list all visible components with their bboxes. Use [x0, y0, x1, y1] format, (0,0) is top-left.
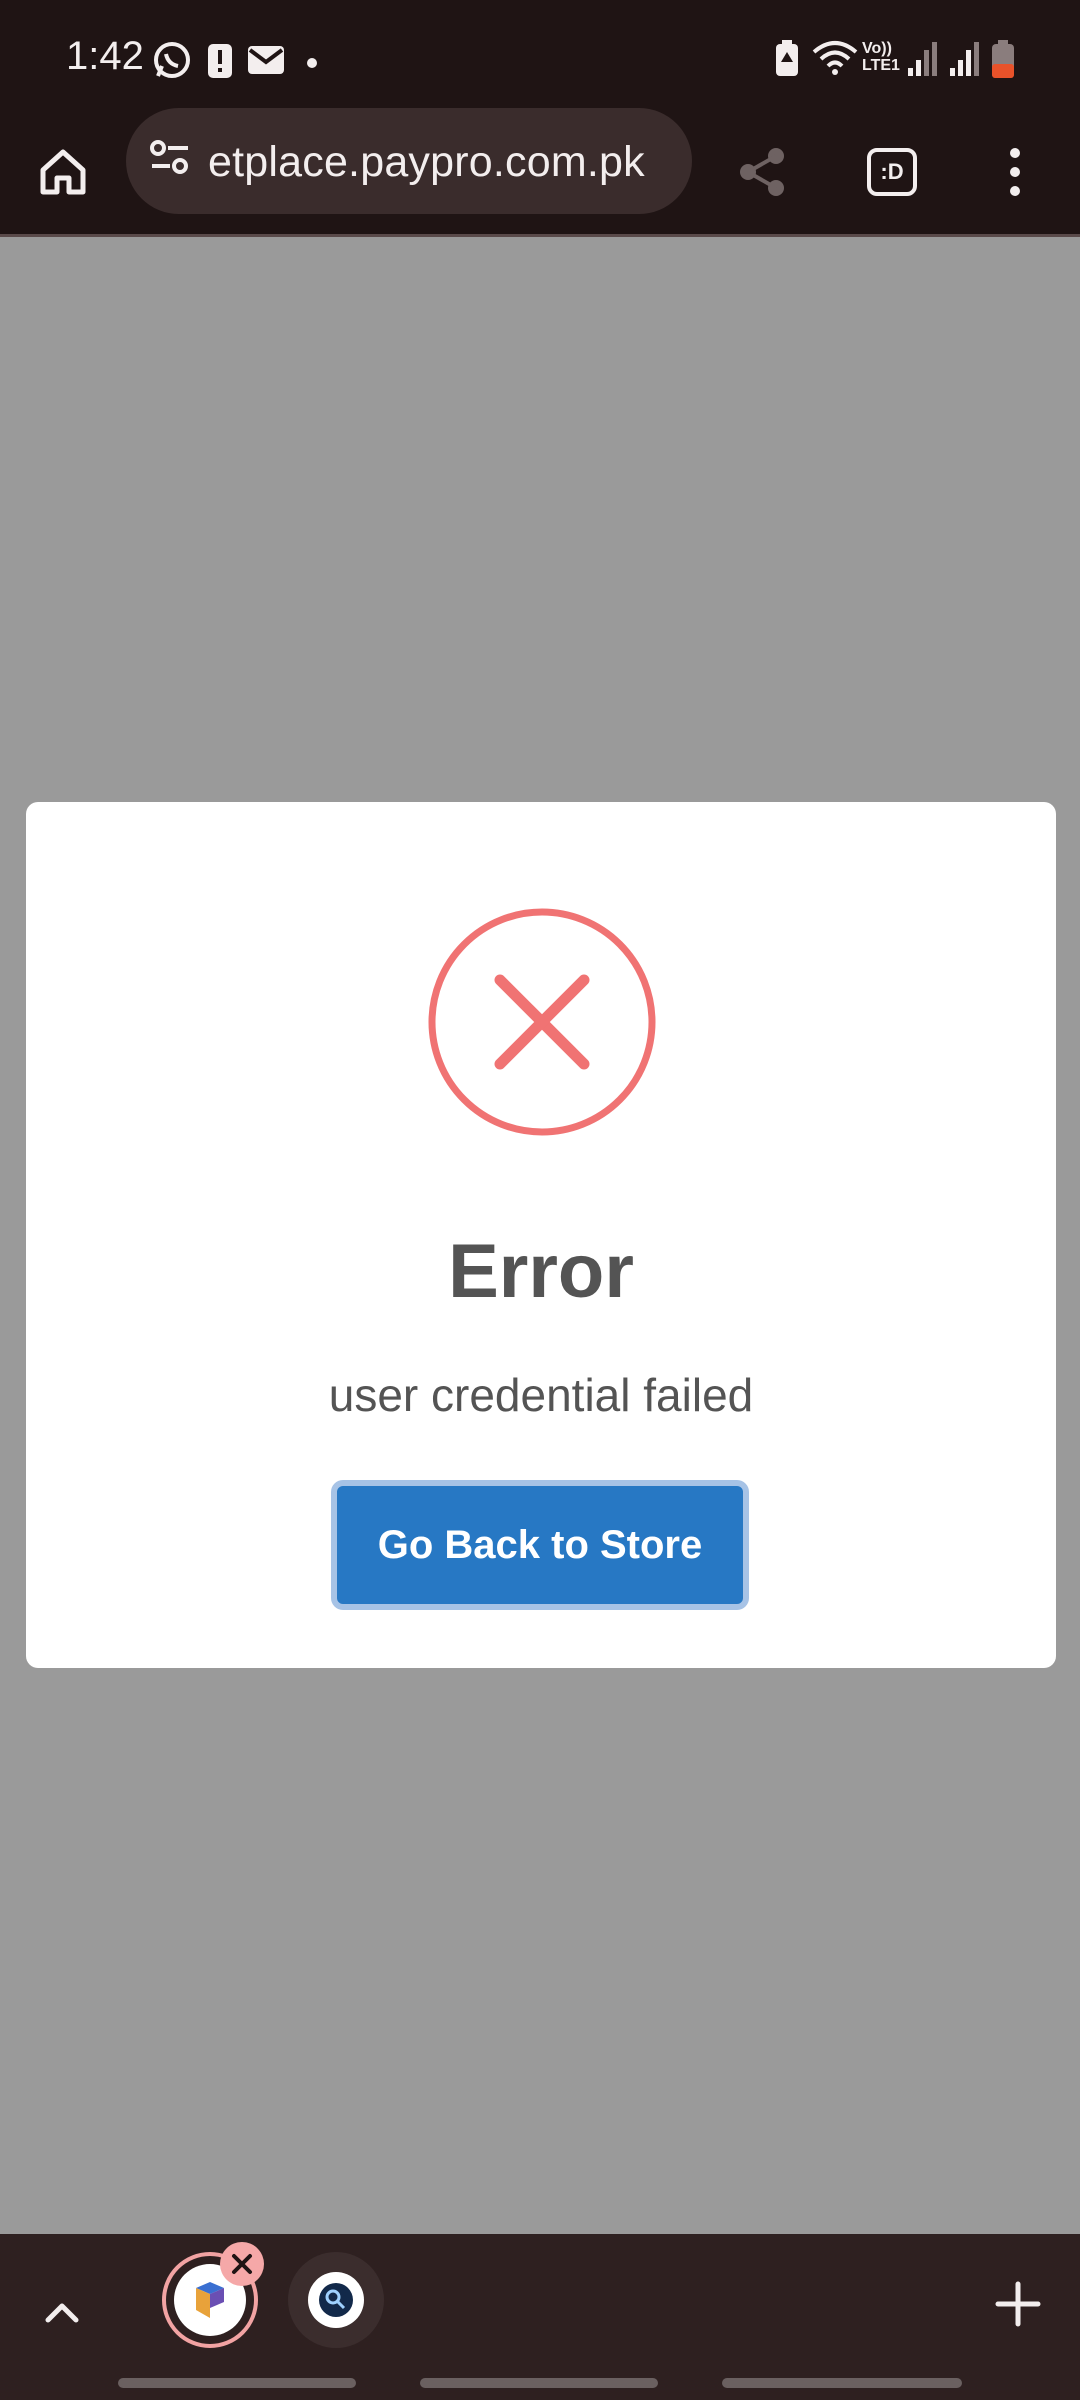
status-time: 1:42	[66, 34, 144, 78]
tab-strip	[0, 2234, 1080, 2400]
home-button[interactable]	[30, 130, 96, 214]
volte-icon: Vo)) LTE1	[862, 40, 900, 74]
close-icon	[232, 2254, 252, 2274]
signal-icon	[906, 38, 938, 83]
signal-icon-2	[948, 38, 980, 83]
home-icon	[40, 149, 86, 195]
status-bar: 1:42 Vo)) LTE1	[0, 0, 1080, 110]
more-menu-button[interactable]	[990, 130, 1040, 214]
chevron-up-icon[interactable]	[36, 2292, 88, 2332]
error-x-icon	[428, 908, 656, 1136]
more-vert-icon	[1010, 148, 1020, 196]
url-text: etplace.paypro.com.pk	[208, 138, 645, 186]
share-icon	[740, 148, 784, 196]
volte-label-top: Vo))	[862, 40, 892, 57]
battery-icon	[990, 38, 1016, 85]
nav-gesture-bar-center[interactable]	[420, 2378, 658, 2388]
dialog-message: user credential failed	[328, 1369, 754, 1421]
dot-icon	[306, 56, 318, 74]
share-button[interactable]	[722, 130, 802, 214]
error-dialog: Error user credential failed Go Back to …	[26, 802, 1056, 1668]
mail-icon	[246, 40, 286, 85]
toolbar-divider	[0, 234, 1080, 237]
alert-icon	[206, 40, 234, 85]
close-tab-button[interactable]	[220, 2242, 264, 2286]
url-bar[interactable]: etplace.paypro.com.pk	[126, 108, 692, 214]
battery-saver-icon	[772, 38, 802, 83]
dialog-title: Error	[448, 1229, 634, 1314]
nav-gesture-bar-right[interactable]	[722, 2378, 962, 2388]
tab-switcher-icon: :D	[867, 148, 917, 196]
tab-switcher-button[interactable]: :D	[852, 130, 932, 214]
whatsapp-icon	[152, 40, 192, 85]
plus-icon[interactable]	[990, 2276, 1046, 2332]
site-settings-icon[interactable]	[148, 136, 192, 185]
search-favicon	[308, 2272, 364, 2328]
tab-thumbnail-search[interactable]	[288, 2252, 384, 2348]
volte-label-bottom: LTE1	[862, 57, 900, 74]
go-back-to-store-button[interactable]: Go Back to Store	[331, 1480, 749, 1610]
wifi-icon	[810, 38, 860, 83]
nav-gesture-bar-left[interactable]	[118, 2378, 356, 2388]
